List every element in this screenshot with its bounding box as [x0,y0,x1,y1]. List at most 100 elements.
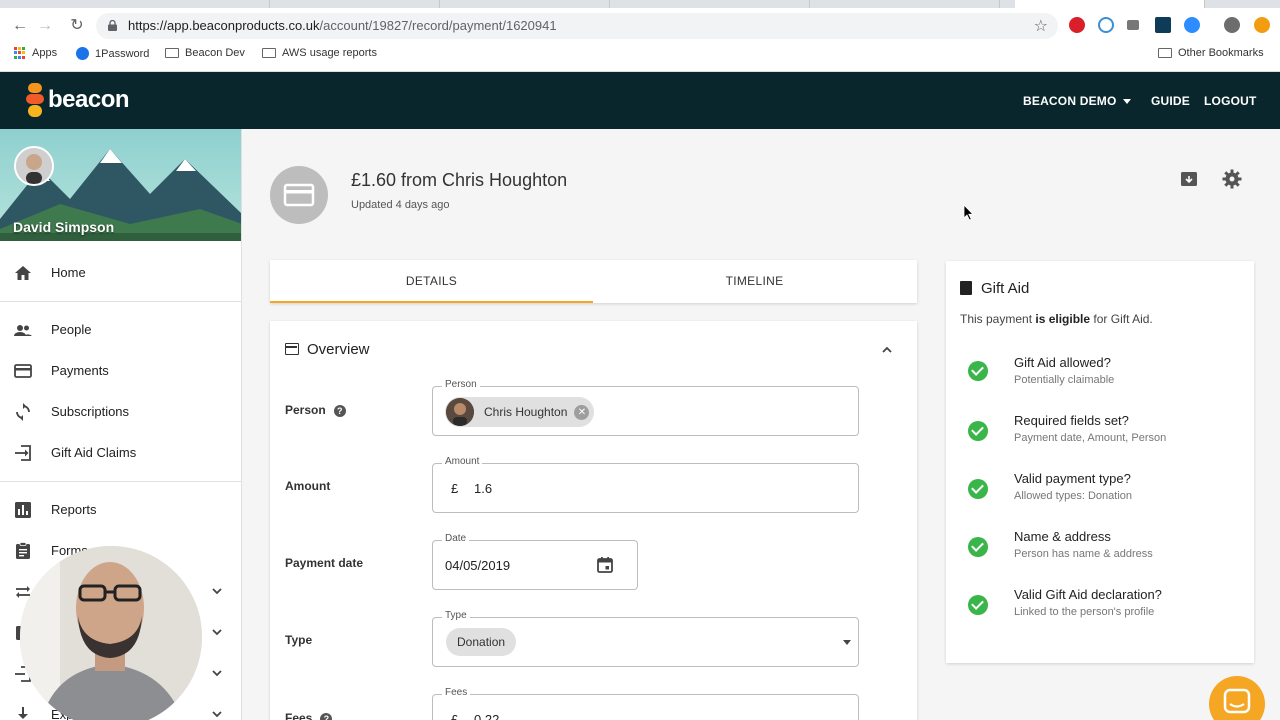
1password-icon [76,47,89,60]
check-title: Name & address [1014,529,1111,544]
person-chip[interactable]: Chris Houghton ✕ [445,397,595,427]
webcam-overlay [20,546,202,720]
sidebar-item-label: Home [51,265,86,280]
browser-tab[interactable] [830,0,1000,8]
sidebar-item-people[interactable]: People [0,310,241,350]
currency-symbol: £ [451,481,459,496]
sidebar-item-reports[interactable]: Reports [0,490,241,530]
bookmark-label: Beacon Dev [185,47,245,59]
sidebar-item-label: People [51,322,92,337]
reload-icon[interactable]: ↻ [66,15,88,37]
help-icon[interactable]: ? [333,404,346,417]
bookmark-label: AWS usage reports [282,47,377,59]
browser-tab-active[interactable] [1015,0,1205,8]
extension-icon[interactable] [1254,17,1270,33]
sidebar-item-gift-aid-claims[interactable]: Gift Aid Claims [0,433,241,473]
gift-aid-check: Gift Aid allowed? Potentially claimable [946,355,1254,405]
calendar-icon[interactable] [596,556,614,574]
browser-tab[interactable] [100,0,270,8]
date-field[interactable]: Date 04/05/2019 [432,533,638,590]
payment-date-label: Payment date [285,556,364,570]
check-circle-icon [968,421,988,441]
chevron-down-icon[interactable] [210,666,224,680]
bar-chart-icon [15,502,31,518]
sidebar-item-label: Gift Aid Claims [51,445,137,460]
gift-aid-check: Name & address Person has name & address [946,529,1254,579]
avatar-photo [16,148,52,184]
chevron-down-icon[interactable] [210,707,224,720]
profile-name: David Simpson [13,219,115,235]
chevron-up-icon[interactable] [880,343,894,357]
gift-aid-check: Required fields set? Payment date, Amoun… [946,413,1254,463]
profile-avatar-icon[interactable] [1224,17,1240,33]
gear-icon[interactable] [1222,169,1242,189]
tab-timeline[interactable]: TIMELINE [593,260,916,303]
forward-icon[interactable]: → [34,15,56,37]
bookmark-label: Apps [32,47,58,59]
bookmark-other[interactable]: Other Bookmarks [1158,47,1264,59]
field-label-text: Person [285,403,326,417]
extension-icon[interactable] [1127,20,1139,30]
zoom-extension-icon[interactable] [1184,17,1200,33]
tab-details[interactable]: DETAILS [270,260,593,303]
bookmarks-bar: Apps 1Password Beacon Dev AWS usage repo… [0,44,1280,66]
browser-tab[interactable] [440,0,610,8]
beacon-logo-icon [26,83,44,117]
active-tab-indicator [270,301,593,303]
shield-extension-icon[interactable] [1098,17,1114,33]
sidebar-item-payments[interactable]: Payments [0,351,241,391]
check-circle-icon [968,361,988,381]
credit-card-icon [285,343,299,355]
sidebar-item-home[interactable]: Home [0,253,241,293]
check-subtitle: Payment date, Amount, Person [1014,432,1167,444]
browser-chrome: ← → ↻ https://app.beaconproducts.co.uk/a… [0,0,1280,72]
amount-field[interactable]: Amount £ 1.6 [432,456,859,513]
field-legend: Amount [442,456,483,467]
beacon-logo[interactable]: beacon [26,83,130,117]
remove-chip-icon[interactable]: ✕ [574,404,590,420]
check-title: Required fields set? [1014,413,1129,428]
help-icon[interactable]: ? [320,712,333,720]
chat-launcher-button[interactable] [1209,676,1265,720]
person-field[interactable]: Person Chris Houghton ✕ [432,379,859,436]
currency-symbol: £ [451,712,459,720]
amount-value: 1.6 [474,481,493,496]
clipboard-icon [16,542,30,559]
bookmark-beacon-dev[interactable]: Beacon Dev [165,47,245,59]
fees-label: Fees? [285,711,333,720]
url-host: https://app.beaconproducts.co.uk [128,18,320,33]
chevron-down-icon[interactable] [210,584,224,598]
fees-field[interactable]: Fees £ 0.22 [432,687,859,720]
check-title: Valid payment type? [1014,471,1131,486]
intro-bold: is eligible [1035,312,1091,326]
url-path: /account/19827/record/payment/1620941 [319,18,557,33]
address-bar[interactable]: https://app.beaconproducts.co.uk/account… [96,13,1058,39]
gift-aid-title: Gift Aid [981,280,1030,297]
folder-icon [165,48,179,58]
home-icon [15,266,31,280]
bookmark-star-icon[interactable]: ☆ [1034,16,1048,36]
caret-down-icon [1122,99,1131,105]
check-circle-icon [968,537,988,557]
adblock-icon[interactable] [1069,17,1085,33]
guide-link[interactable]: GUIDE [1151,94,1190,108]
dropdown-arrow-icon [843,640,851,645]
field-label-text: Fees [285,711,313,720]
browser-tab[interactable] [640,0,810,8]
check-circle-icon [968,595,988,615]
sidebar-divider [0,481,241,482]
chevron-down-icon[interactable] [210,625,224,639]
archive-icon[interactable] [1179,169,1199,189]
browser-tab[interactable] [270,0,440,8]
bookmark-aws-usage[interactable]: AWS usage reports [262,47,377,59]
sidebar-item-subscriptions[interactable]: Subscriptions [0,392,241,432]
page-title: £1.60 from Chris Houghton [351,170,568,190]
account-menu[interactable]: BEACON DEMO [1023,94,1131,108]
back-icon[interactable]: ← [9,15,31,37]
logout-link[interactable]: LOGOUT [1204,94,1257,108]
type-select[interactable]: Type Donation [432,610,859,667]
react-devtools-icon[interactable] [1155,17,1171,33]
bookmark-apps[interactable]: Apps [14,47,57,59]
avatar[interactable] [14,146,54,186]
bookmark-1password[interactable]: 1Password [76,47,149,60]
